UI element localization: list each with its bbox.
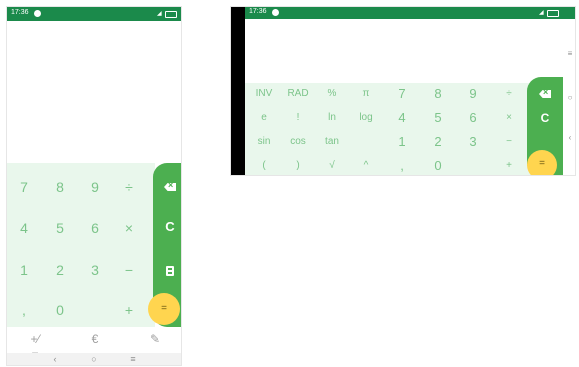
calculator-display[interactable] — [245, 19, 563, 83]
key-divide[interactable]: ÷ — [118, 177, 140, 197]
backspace-icon[interactable] — [539, 90, 551, 98]
key-8[interactable]: 8 — [49, 177, 71, 197]
key-0[interactable]: 0 — [49, 300, 71, 320]
key-2[interactable]: 2 — [423, 135, 453, 149]
key-ln[interactable]: ln — [317, 111, 347, 125]
key-multiply[interactable]: × — [118, 218, 140, 238]
calculator-display[interactable] — [7, 21, 181, 163]
key-subtract[interactable]: − — [118, 260, 140, 280]
mode-bar: +⁄− € ✎ — [7, 327, 181, 360]
signal-icon: ◢ — [539, 10, 544, 16]
key-tan[interactable]: tan — [317, 135, 347, 149]
navigation-bar: ‹ ○ ≡ — [7, 353, 181, 365]
key-add[interactable]: + — [118, 300, 140, 320]
home-icon[interactable]: ○ — [563, 93, 575, 102]
key-rad[interactable]: RAD — [283, 87, 313, 101]
battery-icon — [547, 10, 559, 17]
key-factorial[interactable]: ! — [283, 111, 313, 125]
ruler-icon[interactable]: ✎ — [147, 332, 163, 346]
key-inv[interactable]: INV — [249, 87, 279, 101]
status-time: 17:36 — [11, 9, 29, 16]
key-subtract[interactable]: − — [494, 135, 524, 149]
key-6[interactable]: 6 — [458, 111, 488, 125]
status-time: 17:36 — [249, 8, 267, 15]
key-decimal[interactable]: , — [387, 159, 417, 173]
key-decimal[interactable]: , — [13, 300, 35, 320]
clear-button[interactable]: C — [527, 111, 563, 125]
key-e[interactable]: e — [249, 111, 279, 125]
key-power[interactable]: ^ — [351, 159, 381, 173]
key-open-paren[interactable]: ( — [249, 159, 279, 173]
key-log[interactable]: log — [351, 111, 381, 125]
navigation-bar: ≡ ○ ‹ — [563, 19, 575, 175]
camera-cutout-bar — [231, 7, 245, 175]
key-4[interactable]: 4 — [13, 218, 35, 238]
currency-icon[interactable]: € — [87, 332, 103, 346]
key-1[interactable]: 1 — [13, 260, 35, 280]
status-bar: 17:36 ◢ — [7, 7, 181, 21]
clear-button[interactable]: C — [153, 219, 181, 234]
key-5[interactable]: 5 — [423, 111, 453, 125]
key-4[interactable]: 4 — [387, 111, 417, 125]
equals-button[interactable]: = — [148, 293, 180, 325]
signal-icon: ◢ — [157, 11, 162, 17]
key-percent[interactable]: % — [317, 87, 347, 101]
key-9[interactable]: 9 — [84, 177, 106, 197]
backspace-icon[interactable] — [164, 183, 176, 191]
key-1[interactable]: 1 — [387, 135, 417, 149]
key-6[interactable]: 6 — [84, 218, 106, 238]
home-icon[interactable]: ○ — [88, 354, 100, 364]
recents-icon[interactable]: ≡ — [563, 49, 575, 58]
back-icon[interactable]: ‹ — [49, 354, 61, 364]
landscape-phone: 17:36 ◢ INV RAD % π 7 8 9 ÷ e ! ln log 4… — [230, 6, 576, 176]
key-3[interactable]: 3 — [458, 135, 488, 149]
scientific-pad: INV RAD % π 7 8 9 ÷ e ! ln log 4 5 6 × s… — [245, 83, 531, 175]
status-bar: 17:36 ◢ — [245, 7, 575, 19]
back-icon[interactable]: ‹ — [563, 133, 575, 142]
key-5[interactable]: 5 — [49, 218, 71, 238]
key-2[interactable]: 2 — [49, 260, 71, 280]
key-8[interactable]: 8 — [423, 87, 453, 101]
key-3[interactable]: 3 — [84, 260, 106, 280]
key-divide[interactable]: ÷ — [494, 87, 524, 101]
number-pad: 7 8 9 ÷ 4 5 6 × 1 2 3 − , 0 + — [7, 163, 155, 327]
portrait-phone: 17:36 ◢ 7 8 9 ÷ 4 5 6 × 1 2 3 − , 0 + C … — [6, 6, 182, 366]
key-add[interactable]: + — [494, 159, 524, 173]
key-close-paren[interactable]: ) — [283, 159, 313, 173]
key-7[interactable]: 7 — [387, 87, 417, 101]
equals-button[interactable]: = — [527, 150, 557, 175]
recents-icon[interactable]: ≡ — [127, 354, 139, 364]
calculator-icon[interactable] — [166, 266, 174, 276]
notification-icon — [272, 9, 279, 16]
notification-icon — [34, 10, 41, 17]
key-0[interactable]: 0 — [423, 159, 453, 173]
key-multiply[interactable]: × — [494, 111, 524, 125]
key-7[interactable]: 7 — [13, 177, 35, 197]
battery-icon — [165, 11, 177, 18]
key-sin[interactable]: sin — [249, 135, 279, 149]
key-sqrt[interactable]: √ — [317, 159, 347, 173]
key-cos[interactable]: cos — [283, 135, 313, 149]
key-pi[interactable]: π — [351, 87, 381, 101]
key-9[interactable]: 9 — [458, 87, 488, 101]
